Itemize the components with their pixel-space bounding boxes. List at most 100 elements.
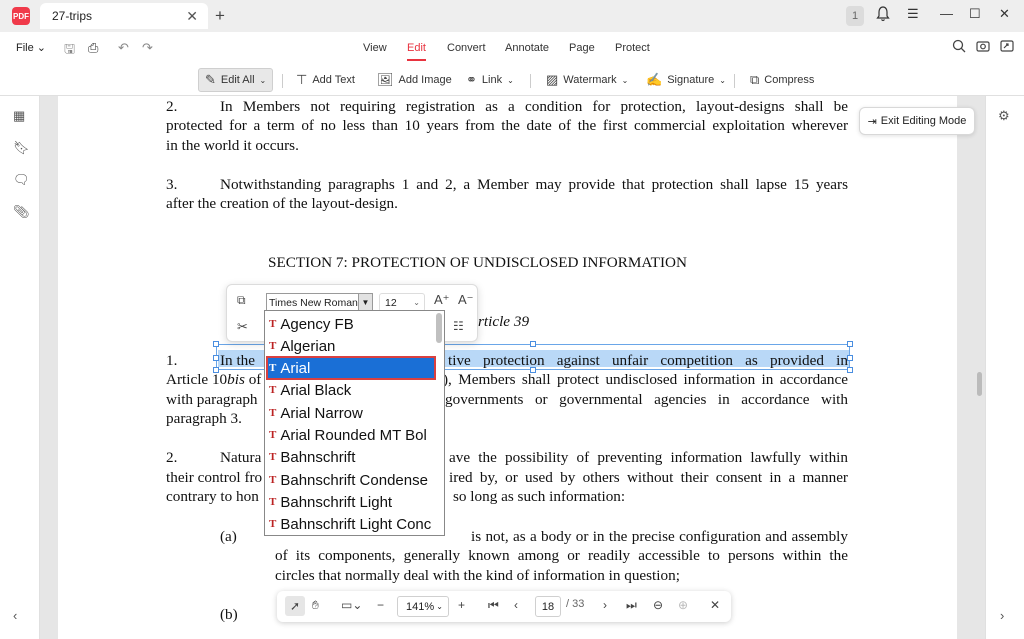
menu-protect[interactable]: Protect [615, 42, 650, 54]
compress-button[interactable]: ⧉ Compress [750, 68, 814, 92]
font-option-arial-rounded[interactable]: T Arial Rounded MT Bol [267, 424, 435, 446]
resize-handle[interactable] [530, 341, 536, 347]
bell-icon[interactable] [876, 6, 890, 25]
divider [530, 74, 531, 88]
dropdown-scrollbar[interactable] [436, 313, 442, 343]
current-page-input[interactable]: 18 [535, 596, 561, 617]
section-heading: SECTION 7: PROTECTION OF UNDISCLOSED INF… [268, 254, 687, 271]
thumbnails-icon[interactable]: ▦ [13, 108, 25, 124]
zoom-out-icon[interactable]: − [377, 598, 384, 612]
save-icon[interactable]: 🖫 [64, 40, 75, 62]
chevron-down-icon: ⌄ [621, 75, 629, 85]
undo-icon[interactable]: ↶ [118, 40, 129, 56]
font-option-bahnschrift-condensed[interactable]: T Bahnschrift Condense [267, 469, 435, 491]
forward-view-icon[interactable]: ⊕ [678, 598, 688, 612]
zoom-in-icon[interactable]: + [458, 598, 465, 612]
collapse-right-icon[interactable]: › [1000, 608, 1004, 623]
select-cursor-icon[interactable]: ➚ [285, 596, 305, 616]
compress-icon: ⧉ [750, 72, 760, 87]
close-window-icon[interactable]: ✕ [999, 6, 1010, 22]
para-number: 2. [166, 98, 178, 115]
link-button[interactable]: ⚭ Link ⌄ [466, 68, 514, 92]
font-option-arial[interactable]: T Arial [266, 356, 436, 380]
font-option-label: Arial Narrow [280, 404, 363, 422]
exit-icon: ⇥ [867, 115, 877, 128]
resize-handle[interactable] [213, 341, 219, 347]
watermark-button[interactable]: ▨ Watermark ⌄ [546, 68, 628, 92]
maximize-icon[interactable]: ☐ [969, 6, 981, 22]
file-menu[interactable]: File ⌄ [16, 41, 46, 54]
previous-page-icon[interactable]: ‹ [514, 598, 518, 612]
comment-icon[interactable]: 🗨︎ [13, 172, 30, 188]
collapse-left-icon[interactable]: ‹ [13, 608, 17, 623]
print-icon[interactable]: ⎙ [88, 40, 98, 56]
edit-all-button[interactable]: ✎ Edit All ⌄ [198, 68, 274, 92]
last-page-icon[interactable]: ⏭︎ [626, 598, 637, 613]
zoom-level-select[interactable]: 141% ⌄ [397, 596, 449, 617]
paragraph-text: tive protection against unfair competiti… [448, 351, 848, 371]
signature-button[interactable]: ✍ Signature ⌄ [646, 68, 726, 92]
menu-convert[interactable]: Convert [447, 42, 486, 54]
exit-editing-mode-button[interactable]: ⇥ Exit Editing Mode [859, 107, 975, 135]
right-sidebar: ⚙ › [985, 96, 1024, 639]
truetype-icon: T [269, 474, 277, 486]
item-label: (b) [220, 606, 238, 623]
paragraph-text: In Members not requiring registration as… [220, 98, 848, 115]
notification-count-badge[interactable]: 1 [846, 6, 864, 26]
chevron-down-icon: ⌄ [436, 602, 443, 611]
page-display-icon[interactable]: ▭⌄ [341, 598, 362, 612]
copy-icon[interactable]: ⧉ [237, 293, 246, 308]
minimize-icon[interactable]: — [940, 6, 953, 21]
paragraph-text: in the world it occurs. [166, 137, 299, 154]
paragraph-text: Natura [220, 449, 262, 466]
close-nav-icon[interactable]: ✕ [710, 598, 720, 612]
font-option-bahnschrift[interactable]: T Bahnschrift [267, 446, 435, 468]
zoom-value: 141% [406, 600, 435, 613]
font-option-agency-fb[interactable]: T Agency FB [267, 313, 435, 335]
paragraph-text-end: governments or governmental agencies in … [445, 391, 848, 408]
resize-handle[interactable] [847, 341, 853, 347]
back-view-icon[interactable]: ⊖ [653, 598, 663, 612]
add-text-button[interactable]: ⊤ Add Text [296, 68, 355, 92]
chevron-down-icon[interactable]: ▼ [358, 294, 372, 311]
close-tab-icon[interactable]: ✕ [186, 8, 198, 25]
text-run: Article 10 [166, 371, 228, 388]
more-settings-icon[interactable]: ☷ [453, 319, 464, 333]
menu-edit[interactable]: Edit [407, 42, 426, 61]
redo-icon[interactable]: ↷ [142, 40, 153, 56]
font-option-arial-black[interactable]: T Arial Black [267, 379, 435, 401]
search-icon[interactable] [952, 39, 966, 56]
page-scrollbar[interactable] [977, 372, 982, 396]
compress-label: Compress [764, 74, 815, 86]
first-page-icon[interactable]: ⏮︎ [488, 598, 499, 613]
new-tab-icon[interactable]: + [215, 6, 225, 26]
left-sidebar: ▦ 🔖︎ 🗨︎ 📎︎ ‹ [0, 96, 40, 639]
link-icon: ⚭ [466, 72, 477, 87]
properties-icon[interactable]: ⚙ [998, 108, 1010, 124]
increase-font-icon[interactable]: A⁺ [434, 292, 450, 308]
font-option-algerian[interactable]: T Algerian [267, 335, 435, 357]
menu-annotate[interactable]: Annotate [505, 42, 549, 54]
paragraph-text: with paragraph [166, 391, 258, 408]
next-page-icon[interactable]: › [603, 598, 607, 612]
screenshot-icon[interactable] [976, 39, 990, 56]
menu-view[interactable]: View [363, 42, 387, 54]
font-option-bahnschrift-light-condensed[interactable]: T Bahnschrift Light Conc [267, 513, 435, 535]
document-tab[interactable]: 27-trips ✕ [40, 3, 208, 29]
truetype-icon: T [269, 518, 277, 530]
add-image-button[interactable]: 🖼 Add Image [377, 68, 452, 92]
font-option-bahnschrift-light[interactable]: T Bahnschrift Light [267, 491, 435, 513]
hand-tool-icon[interactable]: ✋︎ [312, 598, 319, 613]
decrease-font-icon[interactable]: A⁻ [458, 292, 474, 308]
paragraph-text: ave the possibility of preventing inform… [449, 448, 848, 468]
menu-page[interactable]: Page [569, 42, 595, 54]
cut-icon[interactable]: ✂ [237, 319, 248, 335]
font-option-arial-narrow[interactable]: T Arial Narrow [267, 402, 435, 424]
share-icon[interactable] [1000, 39, 1014, 56]
bookmark-icon[interactable]: 🔖︎ [13, 140, 30, 156]
paragraph-text-end: ), Members shall protect undisclosed inf… [443, 371, 848, 388]
hamburger-menu-icon[interactable]: ☰ [907, 6, 919, 22]
resize-handle[interactable] [213, 355, 219, 361]
attachment-icon[interactable]: 📎︎ [13, 204, 30, 220]
paragraph-text: ired by, or used by others without their… [449, 468, 848, 488]
